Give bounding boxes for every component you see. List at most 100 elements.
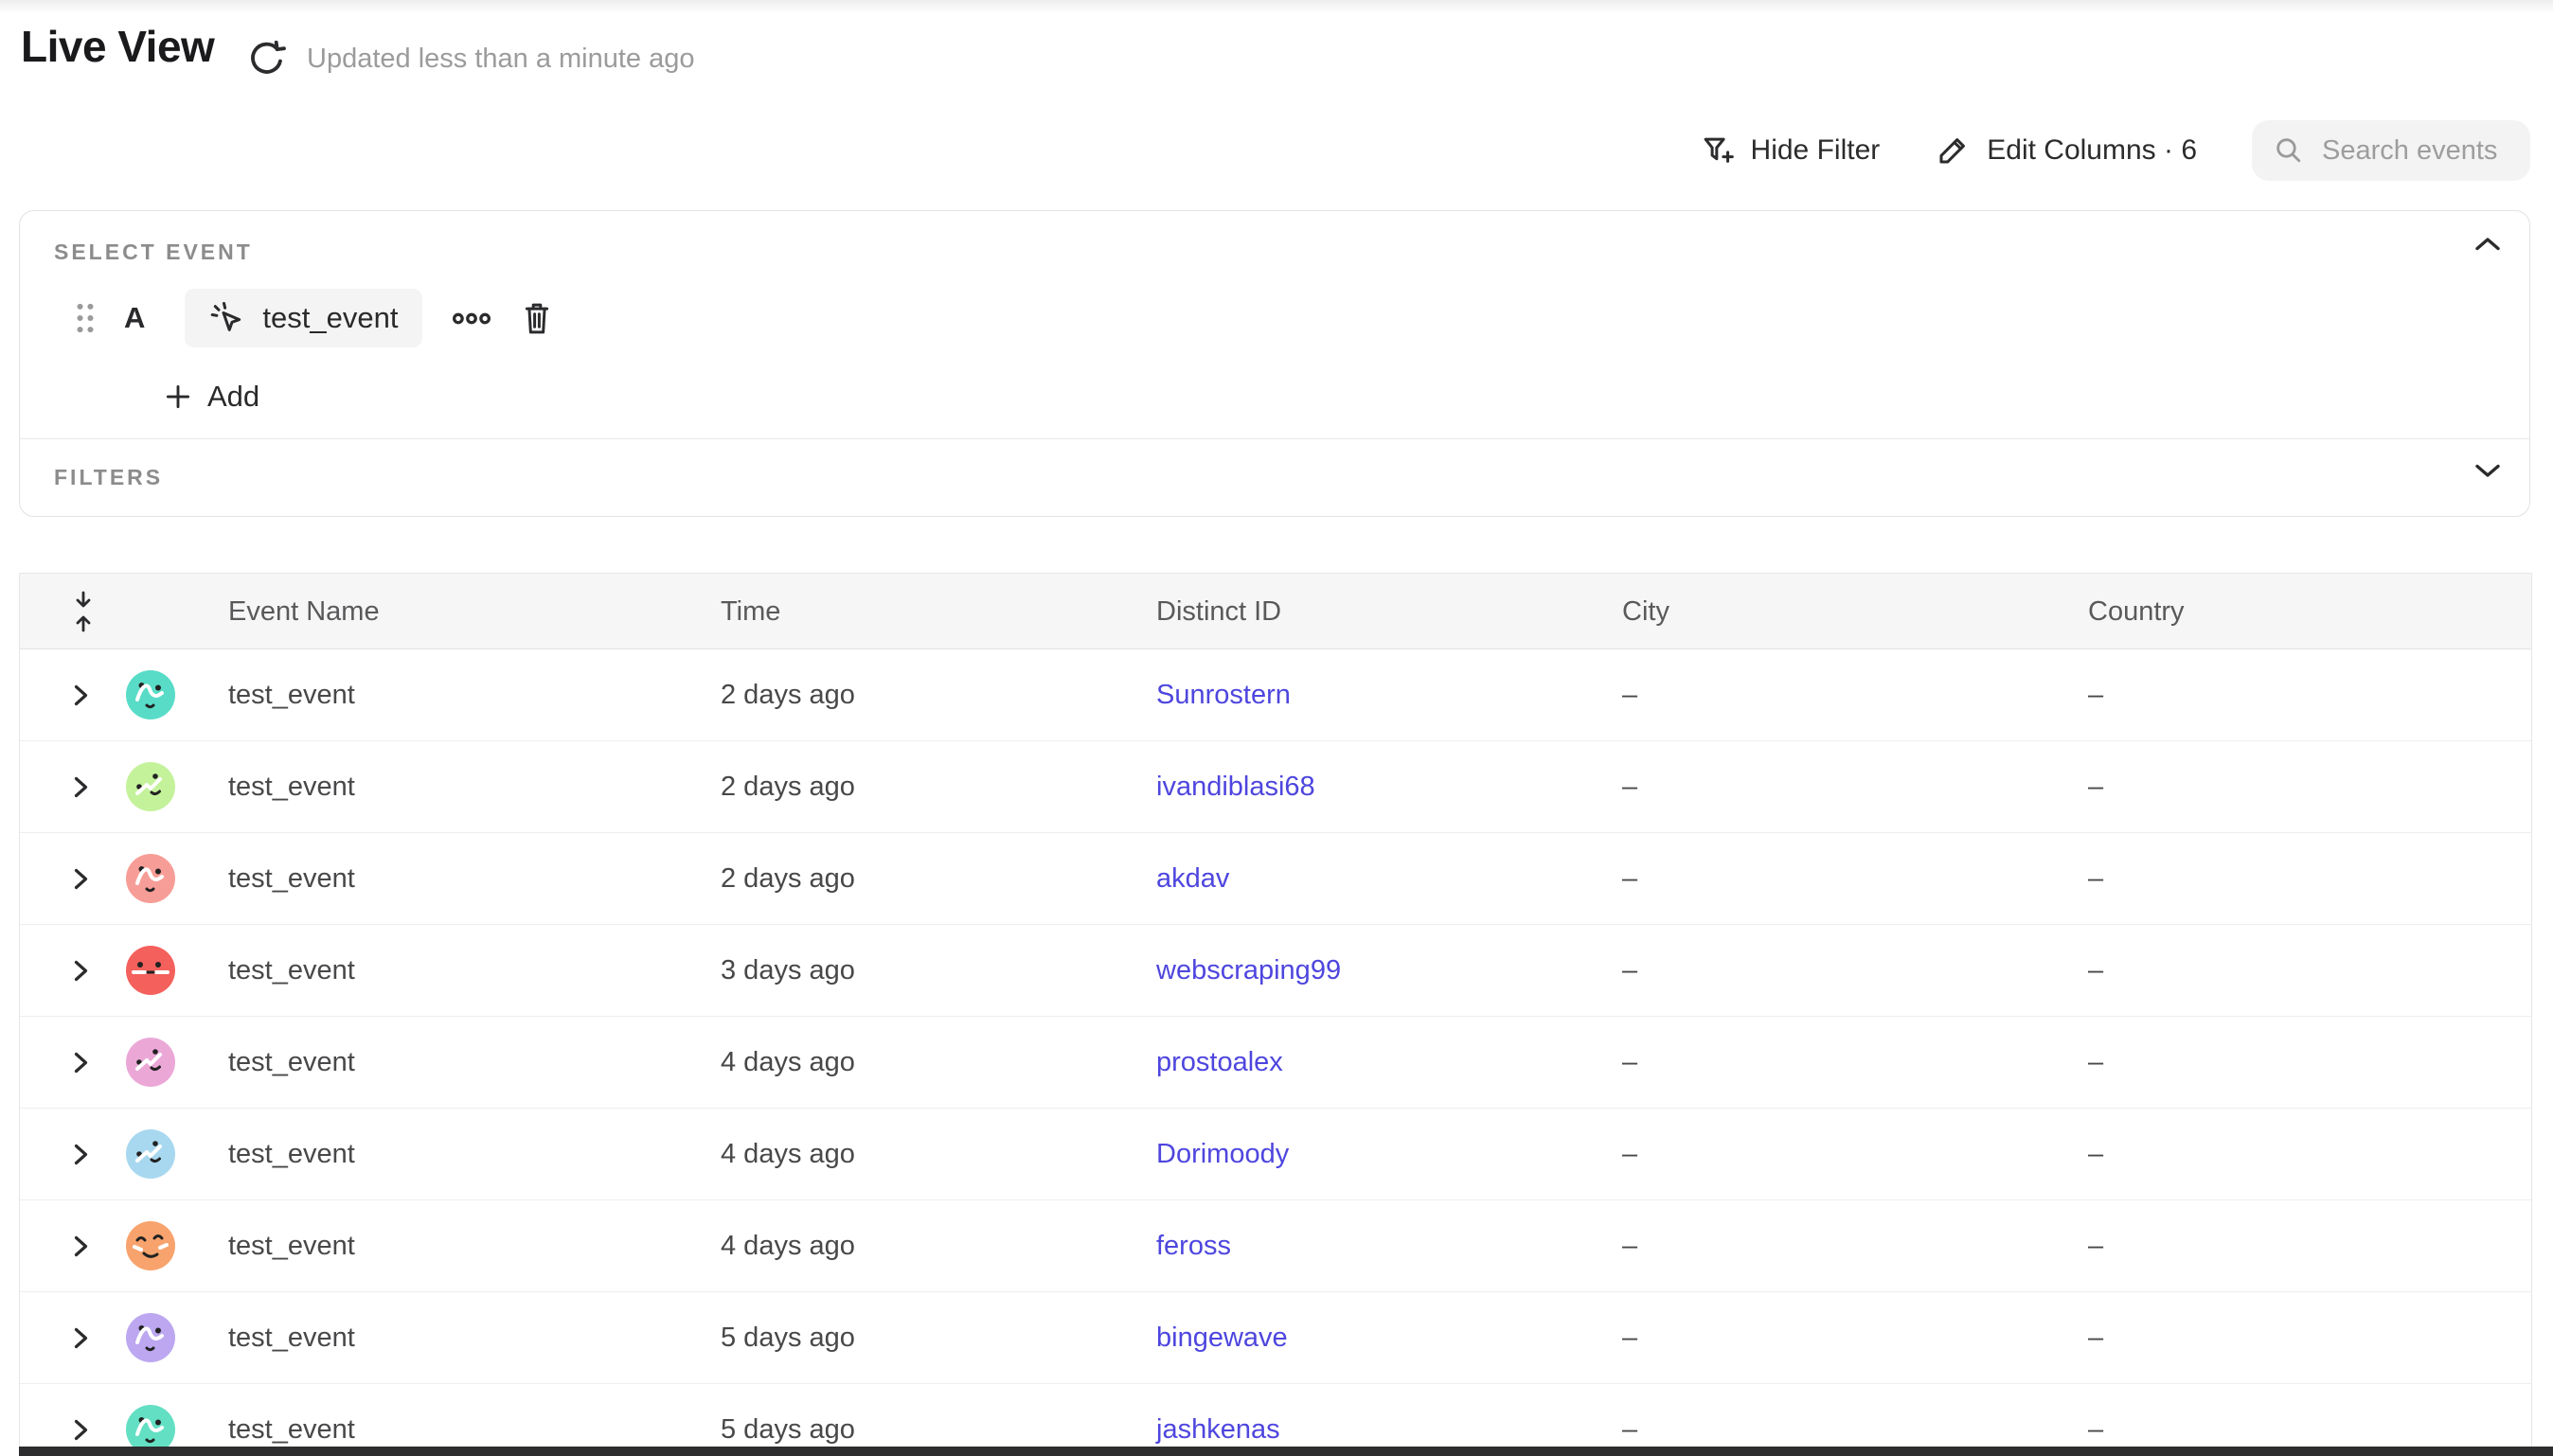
- distinct-id-cell: akdav: [1137, 863, 1603, 895]
- expand-row-button[interactable]: [20, 1418, 115, 1442]
- column-header-distinct-id[interactable]: Distinct ID: [1137, 596, 1603, 628]
- city-cell: –: [1603, 863, 2069, 895]
- add-event-button[interactable]: Add: [164, 380, 259, 414]
- event-name-cell: test_event: [209, 1323, 702, 1354]
- distinct-id-link[interactable]: Sunrostern: [1156, 680, 1291, 710]
- pencil-icon: [1935, 133, 1971, 169]
- column-header-country[interactable]: Country: [2069, 596, 2531, 628]
- collapse-all-rows-button[interactable]: [20, 574, 115, 649]
- time-cell: 2 days ago: [702, 863, 1137, 895]
- country-cell: –: [2069, 1231, 2531, 1262]
- hide-filter-button[interactable]: Hide Filter: [1699, 133, 1881, 169]
- more-options-button[interactable]: [453, 311, 491, 326]
- table-row[interactable]: test_event2 days ago ivandiblasi68 ––: [20, 741, 2531, 833]
- expand-row-button[interactable]: [20, 684, 115, 707]
- chevron-down-icon: [2474, 462, 2501, 479]
- delete-event-button[interactable]: [521, 299, 553, 337]
- chevron-right-icon: [73, 1143, 89, 1166]
- table-row[interactable]: test_event5 days agobingewave––: [20, 1292, 2531, 1384]
- city-cell: –: [1603, 1047, 2069, 1078]
- city-cell: –: [1603, 1139, 2069, 1170]
- distinct-id-link[interactable]: jashkenas: [1156, 1414, 1280, 1445]
- country-cell: –: [2069, 1323, 2531, 1354]
- edit-columns-label: Edit Columns · 6: [1987, 134, 2197, 167]
- page-title: Live View: [21, 21, 214, 72]
- search-box[interactable]: [2252, 120, 2530, 181]
- event-name-cell: test_event: [209, 680, 702, 711]
- time-cell: 3 days ago: [702, 955, 1137, 986]
- distinct-id-link[interactable]: prostoalex: [1156, 1047, 1283, 1077]
- avatar: [115, 762, 209, 811]
- query-builder-panel: SELECT EVENT A: [19, 210, 2530, 517]
- avatar: [115, 854, 209, 903]
- expand-row-button[interactable]: [20, 867, 115, 891]
- distinct-id-cell: bingewave: [1137, 1323, 1603, 1354]
- column-header-event-name[interactable]: Event Name: [209, 596, 702, 628]
- country-cell: –: [2069, 1414, 2531, 1446]
- country-cell: –: [2069, 772, 2531, 803]
- column-header-city[interactable]: City: [1603, 596, 2069, 628]
- expand-filters-button[interactable]: [2474, 462, 2501, 479]
- expand-row-button[interactable]: [20, 1051, 115, 1074]
- country-cell: –: [2069, 955, 2531, 986]
- table-row[interactable]: test_event2 days agoSunrostern––: [20, 649, 2531, 741]
- chevron-right-icon: [73, 959, 89, 983]
- table-header-row: Event Name Time Distinct ID City Country: [20, 574, 2531, 649]
- chevron-right-icon: [73, 684, 89, 707]
- column-header-time[interactable]: Time: [702, 596, 1137, 628]
- avatar: [115, 1129, 209, 1179]
- event-name-cell: test_event: [209, 1414, 702, 1446]
- event-name-cell: test_event: [209, 1139, 702, 1170]
- time-cell: 2 days ago: [702, 772, 1137, 803]
- distinct-id-link[interactable]: feross: [1156, 1231, 1231, 1261]
- expand-row-button[interactable]: [20, 1143, 115, 1166]
- filter-plus-icon: [1699, 133, 1735, 169]
- event-click-icon: [209, 300, 245, 336]
- refresh-icon: [246, 38, 292, 80]
- table-row[interactable]: test_event3 days agowebscraping99––: [20, 925, 2531, 1017]
- table-row[interactable]: test_event4 days agoDorimoody––: [20, 1109, 2531, 1200]
- expand-row-button[interactable]: [20, 1326, 115, 1350]
- event-selector-chip[interactable]: test_event: [185, 289, 422, 347]
- chevron-right-icon: [73, 1418, 89, 1442]
- distinct-id-link[interactable]: ivandiblasi68: [1156, 772, 1315, 802]
- distinct-id-cell: ivandiblasi68: [1137, 772, 1603, 803]
- expand-row-button[interactable]: [20, 959, 115, 983]
- city-cell: –: [1603, 772, 2069, 803]
- event-name-cell: test_event: [209, 772, 702, 803]
- table-row[interactable]: test_event4 days agoprostoalex––: [20, 1017, 2531, 1109]
- table-row[interactable]: test_event2 days agoakdav––: [20, 833, 2531, 925]
- drag-handle-icon[interactable]: [75, 302, 96, 334]
- add-button-label: Add: [207, 380, 259, 414]
- distinct-id-link[interactable]: bingewave: [1156, 1323, 1288, 1353]
- filters-label: FILTERS: [54, 465, 163, 490]
- more-options-icon: [453, 311, 491, 326]
- collapse-select-event-button[interactable]: [2474, 236, 2501, 253]
- country-cell: –: [2069, 1139, 2531, 1170]
- time-cell: 2 days ago: [702, 680, 1137, 711]
- distinct-id-cell: feross: [1137, 1231, 1603, 1262]
- distinct-id-link[interactable]: akdav: [1156, 863, 1229, 894]
- expand-row-button[interactable]: [20, 1234, 115, 1258]
- event-query-row: A test_event: [75, 289, 553, 347]
- table-row[interactable]: test_event5 days agojashkenas––: [20, 1384, 2531, 1456]
- avatar: [115, 1221, 209, 1270]
- distinct-id-link[interactable]: webscraping99: [1156, 955, 1341, 985]
- distinct-id-cell: prostoalex: [1137, 1047, 1603, 1078]
- trash-icon: [521, 299, 553, 337]
- distinct-id-link[interactable]: Dorimoody: [1156, 1139, 1289, 1169]
- chevron-right-icon: [73, 1234, 89, 1258]
- table-row[interactable]: test_event4 days agofeross––: [20, 1200, 2531, 1292]
- table-body: test_event2 days agoSunrostern––test_eve…: [20, 649, 2531, 1456]
- plus-icon: [164, 382, 192, 411]
- search-input[interactable]: [2322, 135, 2521, 167]
- chevron-right-icon: [73, 1326, 89, 1350]
- horizontal-scrollbar[interactable]: [19, 1447, 2553, 1456]
- event-name-cell: test_event: [209, 863, 702, 895]
- edit-columns-button[interactable]: Edit Columns · 6: [1935, 133, 2197, 169]
- events-table: Event Name Time Distinct ID City Country…: [19, 573, 2532, 1456]
- event-name-cell: test_event: [209, 1231, 702, 1262]
- refresh-button[interactable]: [246, 36, 292, 81]
- event-name-cell: test_event: [209, 955, 702, 986]
- expand-row-button[interactable]: [20, 775, 115, 799]
